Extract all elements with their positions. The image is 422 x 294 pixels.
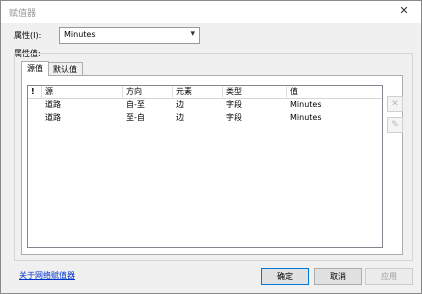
cell-source: 道路 xyxy=(45,100,61,109)
column-header-element[interactable]: 元素 xyxy=(173,86,223,98)
cell-value: Minutes xyxy=(290,113,322,122)
edit-icon[interactable]: ✎ xyxy=(387,117,403,133)
about-evaluators-link[interactable]: 关于网络赋值器 xyxy=(19,270,75,281)
apply-button[interactable]: 应用 xyxy=(365,268,413,285)
tab-source-values[interactable]: 源值 xyxy=(21,61,49,76)
delete-x-icon[interactable]: ✕ xyxy=(387,96,403,112)
cell-type: 字段 xyxy=(226,100,242,109)
attribute-select-value: Minutes xyxy=(64,30,96,39)
cell-flag xyxy=(28,99,42,111)
column-header-direction[interactable]: 方向 xyxy=(123,86,173,98)
attribute-label: 属性(I): xyxy=(14,31,42,40)
table-header: ! 源 方向 元素 类型 值 xyxy=(28,86,382,99)
title-bar: 赋值器 ✕ xyxy=(1,1,421,23)
cell-direction: 至-自 xyxy=(126,113,145,122)
cell-flag xyxy=(28,112,42,124)
cell-direction: 自-至 xyxy=(126,100,145,109)
cell-source: 道路 xyxy=(45,113,61,122)
cell-element: 边 xyxy=(176,113,184,122)
attribute-select[interactable]: Minutes ▾ xyxy=(59,27,200,44)
column-header-source[interactable]: 源 xyxy=(42,86,123,98)
cell-value: Minutes xyxy=(290,100,322,109)
cell-type: 字段 xyxy=(226,113,242,122)
cancel-button[interactable]: 取消 xyxy=(314,268,362,285)
column-header-type[interactable]: 类型 xyxy=(223,86,287,98)
table-row[interactable]: 道路 至-自 边 字段 Minutes xyxy=(28,112,382,124)
chevron-down-icon[interactable]: ▾ xyxy=(190,29,195,39)
close-icon[interactable]: ✕ xyxy=(395,3,413,19)
evaluator-dialog: 赋值器 ✕ 属性(I): Minutes ▾ 属性值: 源值 默认值 ! 源 方… xyxy=(0,0,422,294)
table-row[interactable]: 道路 自-至 边 字段 Minutes xyxy=(28,99,382,111)
tab-default-values-label: 默认值 xyxy=(53,65,77,74)
column-header-flag[interactable]: ! xyxy=(28,86,42,98)
column-header-value[interactable]: 值 xyxy=(287,86,382,98)
values-table[interactable]: ! 源 方向 元素 类型 值 道路 自-至 边 字段 Minutes 道路 至-… xyxy=(27,85,383,248)
tab-source-values-label: 源值 xyxy=(27,64,43,73)
tab-default-values[interactable]: 默认值 xyxy=(47,62,83,76)
cell-element: 边 xyxy=(176,100,184,109)
window-title: 赋值器 xyxy=(9,9,37,19)
ok-button[interactable]: 确定 xyxy=(261,268,309,285)
